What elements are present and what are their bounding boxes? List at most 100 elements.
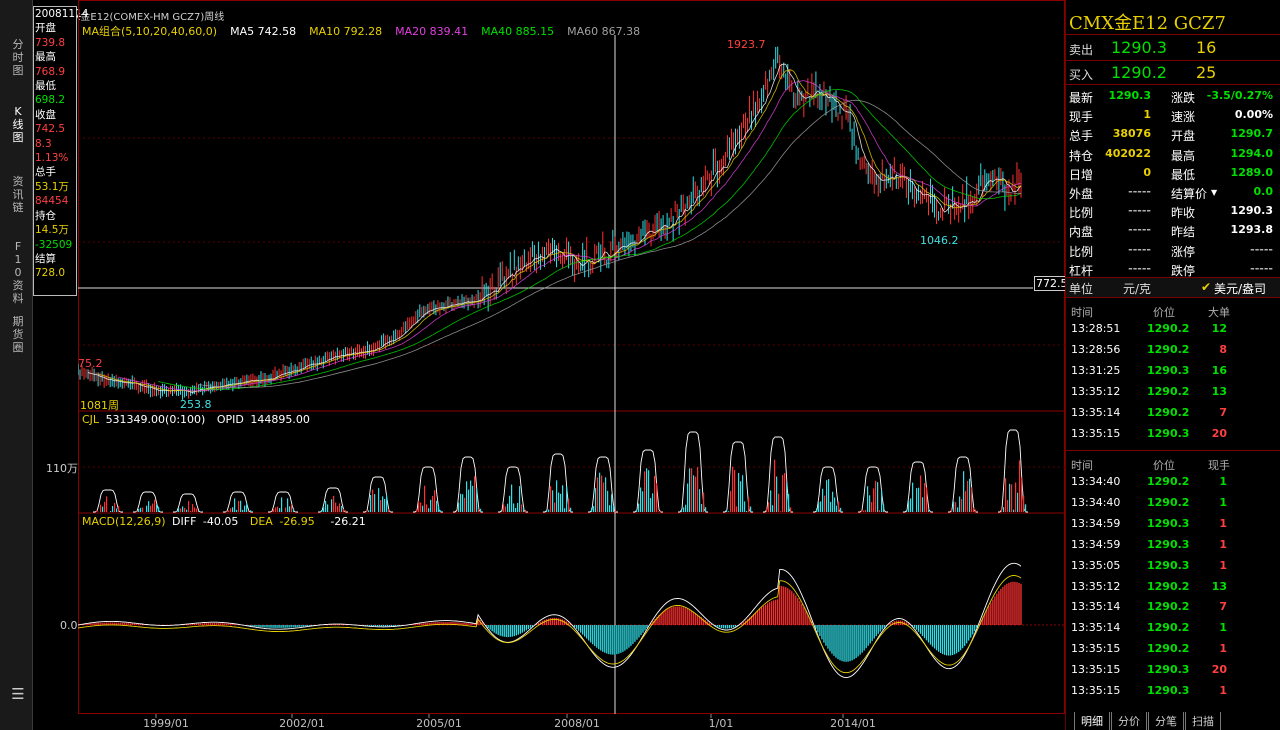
table-row[interactable]: 13:35:05 1290.3 1 xyxy=(1066,555,1280,576)
trade-price: 1290.2 xyxy=(1147,322,1190,335)
volume-bar xyxy=(644,471,646,512)
volume-bar xyxy=(178,507,180,512)
kline-chart[interactable]: 1999/01 2002/01 2005/01 2008/01 1/01 2014/01 xyxy=(78,0,1065,730)
volume-bar xyxy=(519,486,521,512)
volume-bar xyxy=(650,497,652,512)
volume-bar xyxy=(386,495,388,512)
table-row[interactable]: 13:34:40 1290.2 1 xyxy=(1066,492,1280,513)
volume-bar xyxy=(918,487,920,512)
table-row[interactable]: 13:35:15 1290.3 20 xyxy=(1066,423,1280,444)
info-value: 728.0 xyxy=(35,267,66,280)
volume-bar xyxy=(438,505,440,512)
volume-bar xyxy=(824,495,826,512)
volume-bar xyxy=(196,508,198,512)
volume-bar xyxy=(738,473,740,512)
stat-value: ----- xyxy=(1250,261,1273,275)
unit-row: 单位 元/克 ✔ 美元/盎司 xyxy=(1066,278,1280,297)
macd-value: -26.21 xyxy=(330,515,366,528)
stat-value: ----- xyxy=(1128,185,1151,198)
table-row[interactable]: 13:34:59 1290.3 1 xyxy=(1066,534,1280,555)
buy-row: 买入 1290.2 25 xyxy=(1069,63,1280,85)
table-row[interactable]: 13:34:40 1290.2 1 xyxy=(1066,471,1280,492)
volume-bar xyxy=(230,508,232,512)
quote-stat-row: 杠杆 ----- 跌停 ----- xyxy=(1066,259,1280,279)
volume-bar xyxy=(615,510,617,512)
ma-line xyxy=(198,99,1021,388)
volume-bar xyxy=(922,497,924,512)
trade-volume: 13 xyxy=(1211,579,1227,593)
volume-bar xyxy=(654,475,656,512)
tab-timeshare[interactable]: 分时图 xyxy=(6,38,30,77)
stat-label: 涨停 xyxy=(1171,244,1196,259)
bottom-tab[interactable]: 分价 xyxy=(1111,712,1147,730)
bottom-tab[interactable]: 扫描 xyxy=(1185,712,1221,730)
price-high-label: 1923.7 xyxy=(727,38,766,51)
volume-bar xyxy=(480,508,482,512)
stat-value: 1290.3 xyxy=(1108,89,1151,102)
volume-bar xyxy=(289,506,291,512)
volume-bar xyxy=(788,494,790,512)
trade-price: 1290.2 xyxy=(1147,475,1190,488)
info-label: 最高 xyxy=(35,51,56,64)
volume-bar xyxy=(732,466,734,512)
tab-news[interactable]: 资讯链 xyxy=(6,175,30,214)
tab-futures-circle[interactable]: 期货圈 xyxy=(6,315,30,354)
ma-legend-item: MA40 885.15 xyxy=(481,25,555,38)
volume-bar xyxy=(228,510,230,512)
table-row[interactable]: 13:35:14 1290.2 1 xyxy=(1066,617,1280,638)
volume-bar xyxy=(910,498,912,512)
table-row[interactable]: 13:35:15 1290.3 20 xyxy=(1066,659,1280,680)
stat-value: ----- xyxy=(1128,223,1151,237)
volume-bar xyxy=(198,511,200,512)
unit-option-cny[interactable]: 元/克 xyxy=(1123,280,1151,297)
bottom-tab[interactable]: 明细 xyxy=(1074,712,1110,730)
volume-bar xyxy=(281,497,283,512)
trade-time: 13:35:12 xyxy=(1071,384,1121,398)
volume-bar xyxy=(1023,495,1025,512)
table-row[interactable]: 13:35:15 1290.2 1 xyxy=(1066,638,1280,659)
table-row[interactable]: 13:28:51 1290.2 12 xyxy=(1066,318,1280,339)
stat-value: 1 xyxy=(1143,108,1151,122)
x-axis-label: 2002/01 xyxy=(279,717,325,730)
stat-value: 1289.0 xyxy=(1230,165,1273,179)
table-row[interactable]: 13:35:12 1290.2 13 xyxy=(1066,381,1280,402)
ma-line xyxy=(158,88,1022,390)
tab-kline[interactable]: K线图 xyxy=(6,105,30,144)
table-row[interactable]: 13:35:15 1290.3 1 xyxy=(1066,680,1280,701)
volume-bar xyxy=(285,507,287,512)
table-row[interactable]: 13:35:12 1290.2 13 xyxy=(1066,576,1280,597)
volume-bar xyxy=(818,502,820,512)
volume-bar xyxy=(1007,499,1009,512)
trade-volume: 1 xyxy=(1219,495,1227,509)
quote-stat-row: 持仓 402022 最高 1294.0 xyxy=(1066,144,1280,164)
volume-bar xyxy=(697,467,699,512)
trade-time: 13:34:59 xyxy=(1071,516,1121,530)
trade-time: 13:28:56 xyxy=(1071,342,1121,356)
buy-price: 1290.2 xyxy=(1111,63,1167,82)
volume-bar xyxy=(873,488,875,512)
stat-value: 402022 xyxy=(1105,146,1151,160)
volume-bar xyxy=(570,507,572,512)
volume-bar xyxy=(832,491,834,512)
volume-bar xyxy=(138,508,140,512)
volume-bar xyxy=(869,495,871,512)
list-icon[interactable]: ☰ xyxy=(6,687,30,702)
volume-bar xyxy=(967,480,969,512)
bottom-tab[interactable]: 分笔 xyxy=(1148,712,1184,730)
stat-label: 外盘 xyxy=(1069,187,1094,201)
quote-panel: CMX金E12 GCZ7 卖出 1290.3 16 买入 1290.2 25 最… xyxy=(1065,0,1280,730)
table-row[interactable]: 13:31:25 1290.3 16 xyxy=(1066,360,1280,381)
volume-bar xyxy=(434,490,436,512)
table-row[interactable]: 13:35:14 1290.2 7 xyxy=(1066,402,1280,423)
volume-bar xyxy=(501,510,503,512)
table-row[interactable]: 13:28:56 1290.2 8 xyxy=(1066,339,1280,360)
volume-bar xyxy=(436,500,438,512)
volume-bar xyxy=(242,509,244,512)
table-row[interactable]: 13:35:14 1290.2 7 xyxy=(1066,596,1280,617)
sell-label: 卖出 xyxy=(1069,43,1094,57)
volume-bar xyxy=(1015,482,1017,512)
table-row[interactable]: 13:34:59 1290.3 1 xyxy=(1066,513,1280,534)
unit-option-usd[interactable]: 美元/盎司 xyxy=(1214,280,1266,297)
volume-bar xyxy=(277,506,279,512)
tab-f10[interactable]: F10资料 xyxy=(6,240,30,305)
